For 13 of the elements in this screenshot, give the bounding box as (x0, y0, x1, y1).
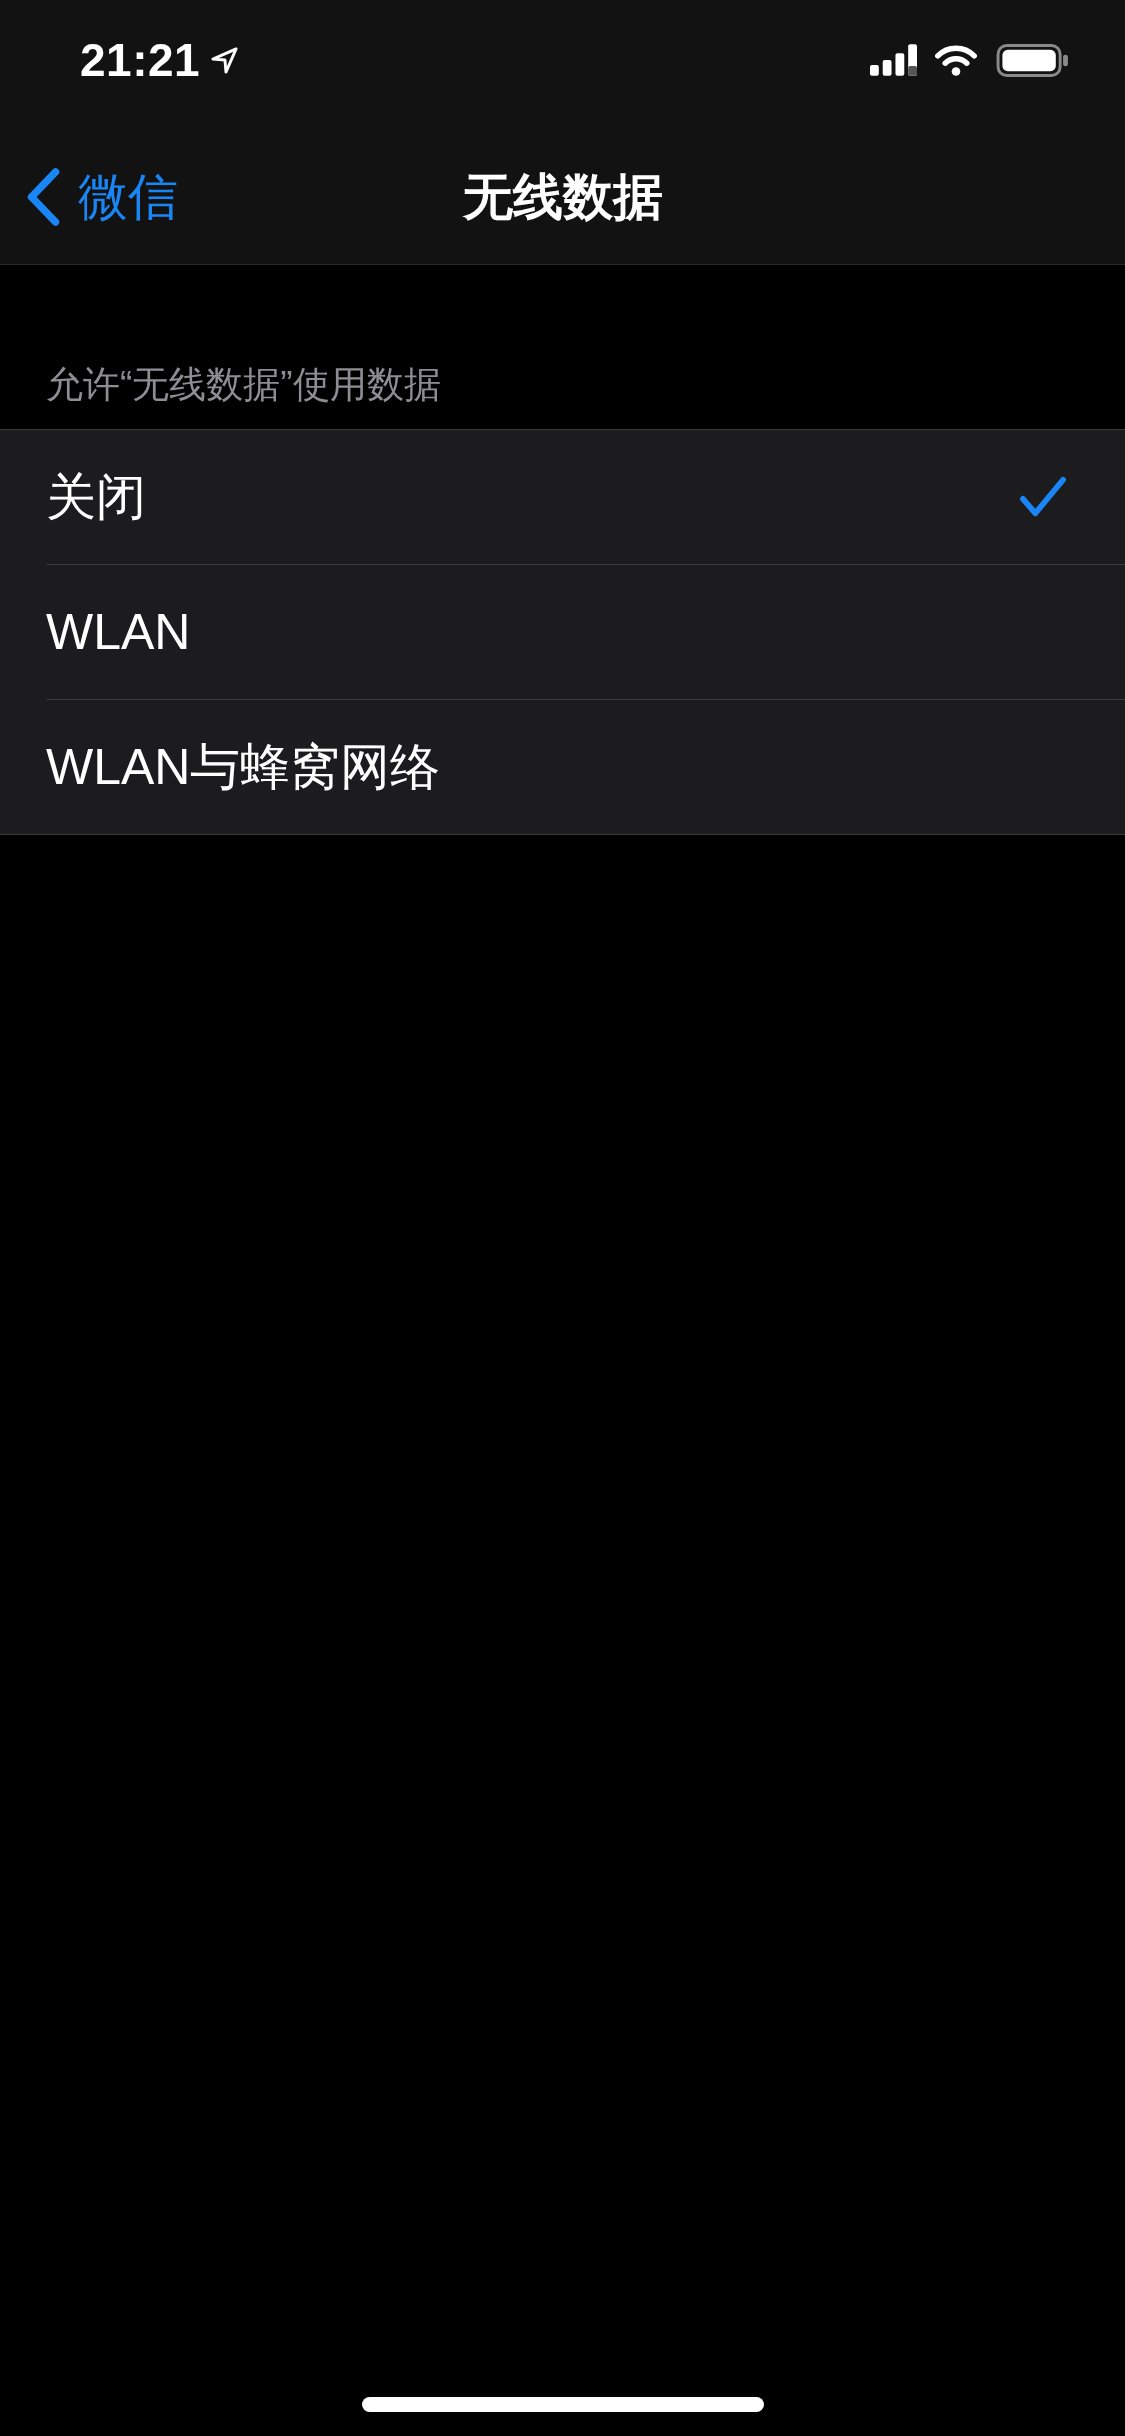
option-row[interactable]: 关闭 (0, 430, 1125, 564)
checkmark-icon (1019, 475, 1067, 519)
option-row[interactable]: WLAN与蜂窝网络 (0, 699, 1125, 834)
chevron-left-icon (25, 167, 62, 227)
wifi-icon (934, 44, 978, 76)
status-time: 21:21 (80, 33, 201, 87)
back-button[interactable]: 微信 (25, 167, 178, 227)
battery-icon (996, 43, 1069, 77)
signal-icon (870, 44, 917, 76)
option-row[interactable]: WLAN (0, 564, 1125, 699)
nav-title: 无线数据 (462, 168, 663, 227)
section-header: 允许“无线数据”使用数据 (45, 363, 442, 407)
location-arrow-icon (210, 45, 240, 75)
